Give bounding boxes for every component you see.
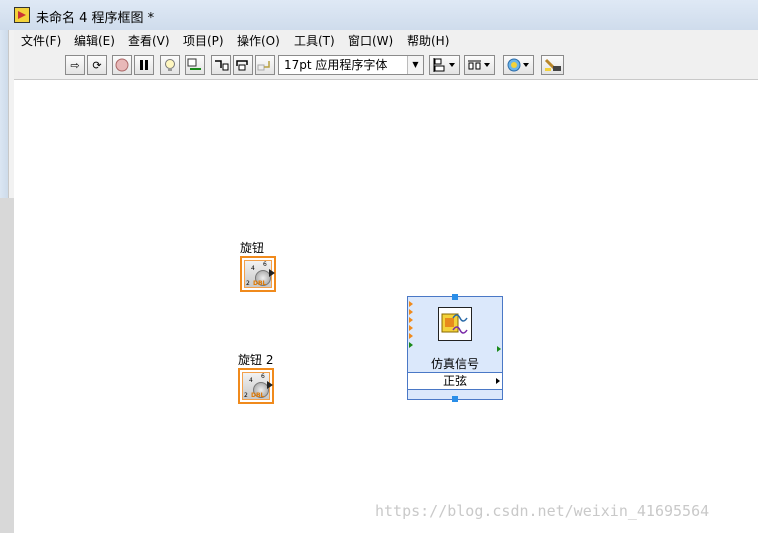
run-arrow-icon: ⇨: [70, 58, 80, 72]
menu-help[interactable]: 帮助(H): [407, 33, 449, 49]
menu-window[interactable]: 窗口(W): [348, 33, 393, 49]
input-terminal[interactable]: [409, 342, 413, 348]
reorder-icon: [507, 58, 529, 72]
chevron-right-icon: [496, 378, 500, 384]
title-bar: 未命名 4 程序框图 *: [0, 0, 758, 31]
express-vi-name: 仿真信号: [430, 357, 479, 371]
retain-wire-values-icon: [187, 58, 201, 70]
align-objects-button[interactable]: [429, 55, 460, 75]
simulate-signal-express-vi[interactable]: 仿真信号 正弦: [407, 294, 503, 402]
knob-1-icon: 6 4 2 DBL: [244, 260, 272, 288]
menu-project[interactable]: 项目(P): [183, 33, 224, 49]
distribute-objects-button[interactable]: [464, 55, 495, 75]
menu-view[interactable]: 查看(V): [128, 33, 170, 49]
highlight-execution-icon: [165, 58, 175, 71]
step-into-icon: [215, 60, 229, 71]
express-vi-mode-selector[interactable]: 正弦: [408, 372, 502, 390]
highlight-execution-button[interactable]: [160, 55, 180, 75]
window-title: 未命名 4 程序框图 *: [36, 11, 155, 26]
pause-button[interactable]: [134, 55, 154, 75]
menu-tools[interactable]: 工具(T): [294, 33, 335, 49]
knob-2-label[interactable]: 旋钮 2: [238, 351, 273, 368]
input-terminal[interactable]: [409, 309, 413, 315]
menu-bar: 文件(F) 编辑(E) 查看(V) 项目(P) 操作(O) 工具(T) 窗口(W…: [14, 30, 758, 52]
menu-edit[interactable]: 编辑(E): [74, 33, 115, 49]
output-terminal-icon[interactable]: [269, 269, 275, 277]
knob-2-icon: 6 4 2 DBL: [242, 372, 270, 400]
input-terminal[interactable]: [409, 301, 413, 307]
font-setting-value: 17pt 应用程序字体: [284, 58, 388, 72]
knob-1-terminal[interactable]: 6 4 2 DBL: [240, 256, 276, 292]
step-out-button[interactable]: [255, 55, 275, 75]
step-into-button[interactable]: [211, 55, 231, 75]
toolbar: ⇨ ⟳ 17pt 应用程序字体 ▼: [14, 52, 758, 80]
output-terminal-icon[interactable]: [267, 381, 273, 389]
menu-operate[interactable]: 操作(O): [237, 33, 280, 49]
clean-up-diagram-icon: [544, 58, 561, 71]
menu-file[interactable]: 文件(F): [21, 33, 61, 49]
run-continuously-icon: ⟳: [92, 58, 102, 72]
retain-wire-values-button[interactable]: [185, 55, 205, 75]
step-out-icon: [257, 61, 270, 71]
run-button[interactable]: ⇨: [65, 55, 85, 75]
clean-up-diagram-button[interactable]: [541, 55, 564, 75]
chevron-down-icon: ▼: [407, 56, 423, 74]
abort-button[interactable]: [112, 55, 132, 75]
resize-handle-top[interactable]: [452, 294, 458, 300]
input-terminal[interactable]: [409, 325, 413, 331]
distribute-objects-icon: [467, 60, 490, 70]
text-settings-dropdown[interactable]: 17pt 应用程序字体 ▼: [278, 55, 424, 75]
align-objects-icon: [433, 58, 455, 72]
pause-icon: [140, 60, 148, 70]
knob-2-terminal[interactable]: 6 4 2 DBL: [238, 368, 274, 404]
labview-app-icon[interactable]: [14, 7, 30, 23]
window-left-lower-edge: [0, 198, 14, 533]
reorder-button[interactable]: [503, 55, 534, 75]
input-terminal[interactable]: [409, 317, 413, 323]
output-terminal[interactable]: [497, 346, 501, 352]
knob-1-label[interactable]: 旋钮: [240, 239, 264, 256]
block-diagram-canvas[interactable]: 旋钮 6 4 2 DBL 旋钮 2 6 4 2 DBL 仿真信号 正弦: [14, 80, 758, 533]
simulate-signal-icon: [438, 307, 472, 341]
express-vi-mode: 正弦: [442, 374, 467, 388]
run-continuously-button[interactable]: ⟳: [87, 55, 107, 75]
input-terminal[interactable]: [409, 333, 413, 339]
step-over-icon: [236, 60, 248, 71]
abort-icon: [115, 58, 129, 72]
resize-handle-bottom[interactable]: [452, 396, 458, 402]
watermark: https://blog.csdn.net/weixin_41695564: [375, 502, 710, 520]
step-over-button[interactable]: [233, 55, 253, 75]
